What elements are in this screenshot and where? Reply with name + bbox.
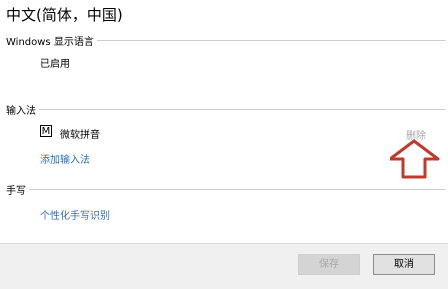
- section-header-handwriting: 手写: [6, 182, 29, 197]
- save-button[interactable]: 保存: [298, 254, 360, 275]
- section-header-display-language: Windows 显示语言: [6, 33, 97, 48]
- up-arrow-icon: [388, 139, 442, 185]
- ime-name: 微软拼音: [60, 130, 100, 141]
- ime-badge-icon: M: [40, 125, 52, 137]
- page-title: 中文(简体，中国): [6, 6, 123, 24]
- add-ime-link[interactable]: 添加输入法: [40, 151, 90, 166]
- display-language-status: 已启用: [40, 59, 70, 70]
- section-header-input-method: 输入法: [6, 102, 39, 117]
- personalize-handwriting-link[interactable]: 个性化手写识别: [40, 207, 110, 222]
- section-divider-input-method: [6, 109, 446, 110]
- section-divider-handwriting: [6, 189, 446, 190]
- cancel-button[interactable]: 取消: [373, 254, 435, 275]
